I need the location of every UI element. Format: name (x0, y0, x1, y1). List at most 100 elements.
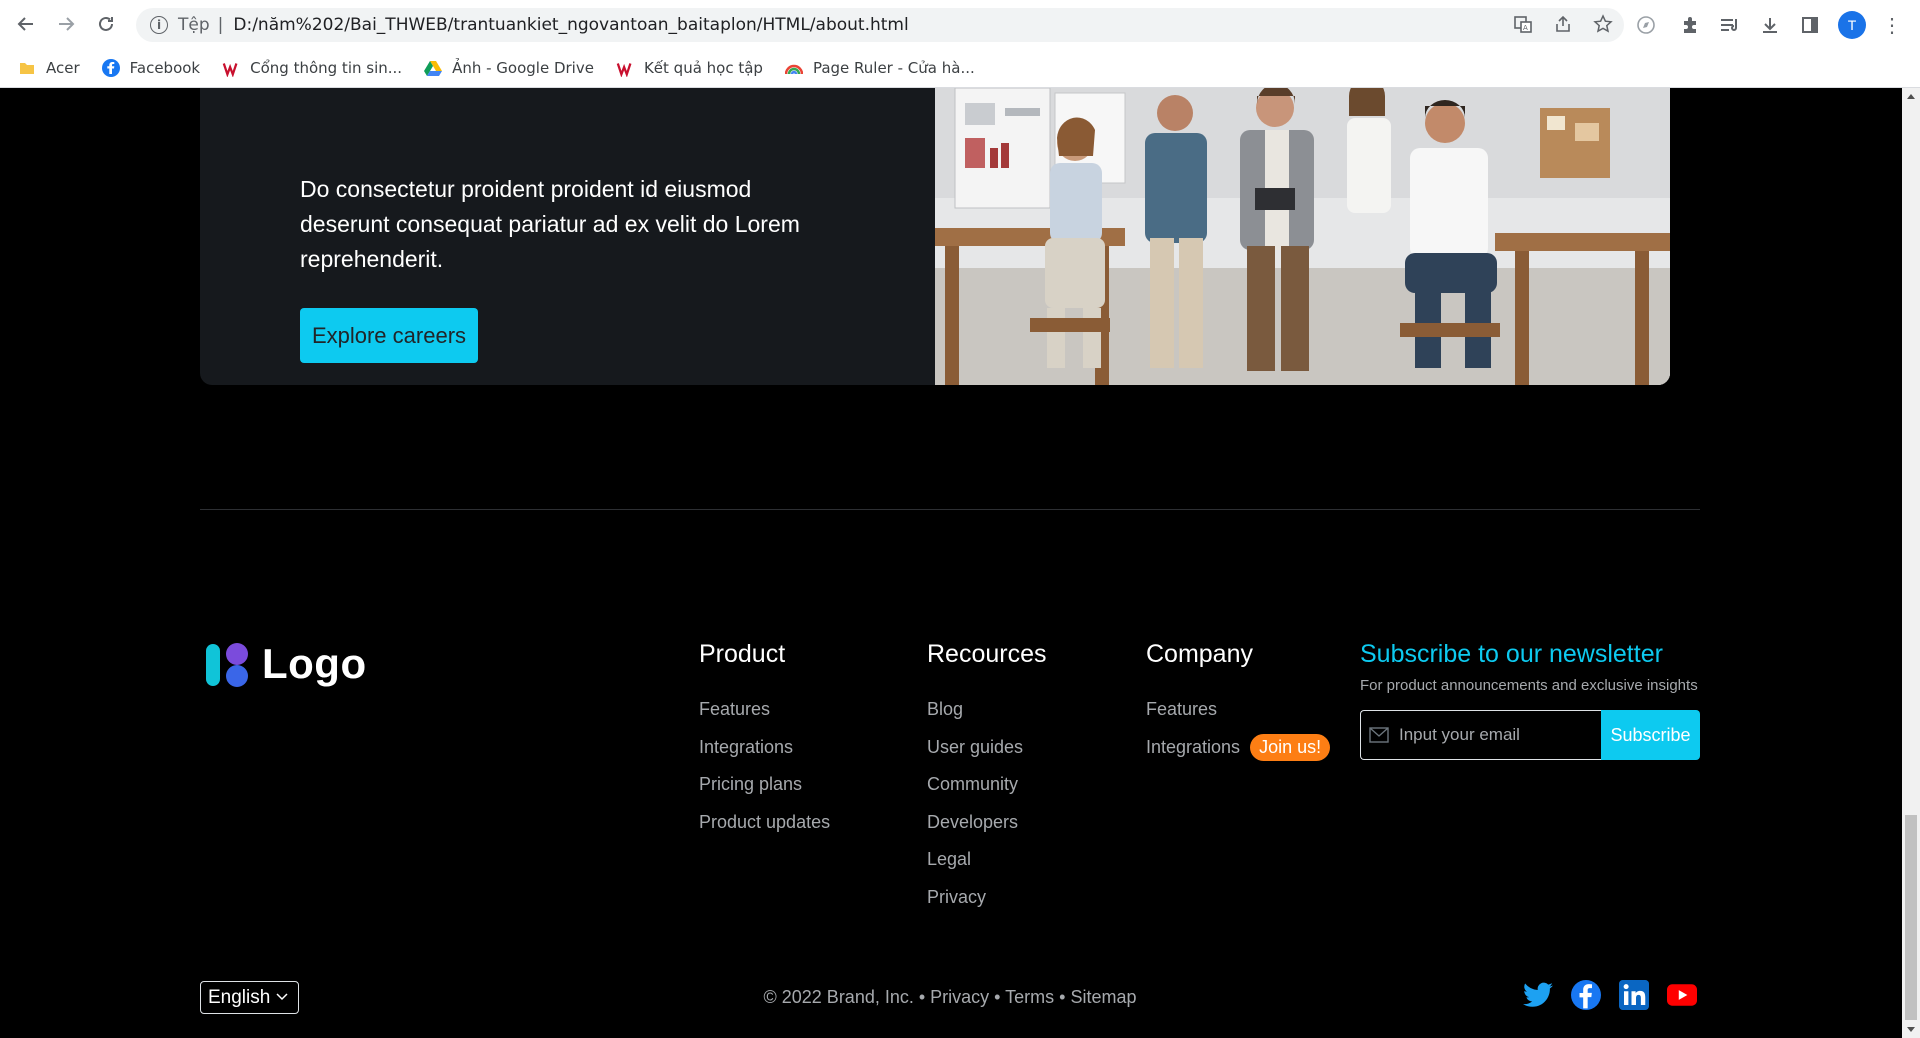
subscribe-button[interactable]: Subscribe (1601, 710, 1700, 760)
careers-card: Do consectetur proident proident id eius… (200, 88, 1670, 385)
star-icon[interactable] (1592, 13, 1614, 35)
reload-button[interactable] (86, 4, 126, 44)
back-button[interactable] (6, 4, 46, 44)
footer-link[interactable]: Pricing plans (699, 766, 830, 804)
reload-icon (99, 16, 113, 31)
link-pricing-plans[interactable]: Pricing plans (699, 774, 802, 795)
brand-logo[interactable]: Logo (204, 640, 367, 688)
section-divider (200, 509, 1700, 510)
newsletter-subtitle: For product announcements and exclusive … (1360, 677, 1698, 694)
scroll-down-arrow-icon[interactable] (1907, 1027, 1915, 1032)
bookmark-acer[interactable]: Acer (18, 59, 80, 77)
bookmark-facebook[interactable]: Facebook (101, 59, 201, 77)
side-panel-icon[interactable] (1798, 8, 1822, 42)
share-icon[interactable] (1552, 13, 1574, 35)
linkedin-icon[interactable] (1619, 980, 1649, 1010)
bookmark-label: Kết quả học tập (643, 59, 763, 77)
email-input[interactable]: Input your email (1360, 710, 1601, 760)
separator: | (217, 15, 224, 35)
bookmark-label: Page Ruler - Cửa hà... (812, 59, 975, 77)
rainbow-icon (784, 59, 803, 77)
link-integrations[interactable]: Integrations (1146, 737, 1240, 758)
newsletter: Subscribe to our newsletter For product … (1360, 640, 1700, 760)
bookmark-ket-qua-hoc-tap[interactable]: Kết quả học tập (616, 59, 763, 77)
url-text: D:/năm%202/Bai_THWEB/trantuankiet_ngovan… (233, 15, 909, 35)
link-privacy[interactable]: Privacy (927, 887, 986, 908)
profile-avatar[interactable]: T (1838, 11, 1866, 39)
info-icon[interactable]: i (150, 16, 168, 34)
logo-text: Logo (262, 640, 367, 687)
newsletter-form: Input your email Subscribe (1360, 710, 1700, 760)
footer-link[interactable]: Features (699, 691, 830, 729)
scroll-thumb[interactable] (1905, 815, 1917, 1020)
google-drive-icon (424, 59, 443, 77)
arrow-right-icon (59, 17, 75, 31)
bookmarks-bar: Acer Facebook Cổng thông tin sin... Ảnh … (0, 49, 1920, 88)
footer-link[interactable]: Blog (927, 691, 1047, 729)
reading-list-icon[interactable] (1718, 8, 1742, 42)
language-select[interactable]: English (200, 981, 299, 1014)
facebook-icon (101, 59, 120, 77)
compass-icon[interactable] (1634, 8, 1658, 42)
link-developers[interactable]: Developers (927, 812, 1018, 833)
menu-icon[interactable]: ⋮ (1882, 13, 1902, 38)
copyright-text: © 2022 Brand, Inc. • Privacy • Terms • S… (763, 987, 1137, 1007)
scheme-label: Tệp (178, 15, 210, 35)
vnu-icon (616, 59, 634, 77)
browser-toolbar: i Tệp | D:/năm%202/Bai_THWEB/trantuankie… (0, 0, 1920, 49)
footer-link[interactable]: Integrations (699, 729, 830, 767)
bookmark-page-ruler[interactable]: Page Ruler - Cửa hà... (784, 59, 975, 77)
vnu-icon (222, 59, 240, 77)
bookmark-google-drive[interactable]: Ảnh - Google Drive (424, 59, 594, 77)
careers-text: Do consectetur proident proident id eius… (300, 176, 800, 272)
bookmark-label: Ảnh - Google Drive (452, 59, 594, 77)
social-links (1523, 980, 1697, 1010)
footer-column-resources: Recources Blog User guides Community Dev… (927, 640, 1047, 916)
bookmark-cong-thong-tin[interactable]: Cổng thông tin sin... (222, 59, 402, 77)
language-value: English (208, 986, 271, 1008)
footer-link[interactable]: Developers (927, 804, 1047, 842)
translate-icon[interactable]: A (1512, 13, 1534, 35)
forward-button[interactable] (46, 4, 86, 44)
folder-icon (18, 59, 36, 77)
column-title: Company (1146, 640, 1253, 668)
page-scrollbar[interactable] (1902, 88, 1920, 1038)
footer-link[interactable]: User guides (927, 729, 1047, 767)
link-legal[interactable]: Legal (927, 849, 971, 870)
scroll-up-arrow-icon[interactable] (1907, 94, 1915, 99)
footer-link[interactable]: Integrations Join us! (1146, 729, 1331, 767)
link-features[interactable]: Features (1146, 699, 1217, 720)
extension-toolbar: T ⋮ (1634, 8, 1902, 42)
download-icon[interactable] (1758, 8, 1782, 42)
footer-link[interactable]: Features (1146, 691, 1330, 729)
team-photo-illustration (935, 88, 1670, 385)
email-placeholder: Input your email (1399, 725, 1520, 744)
svg-text:A: A (1523, 24, 1528, 32)
link-integrations[interactable]: Integrations (699, 737, 793, 758)
team-photo (935, 88, 1670, 385)
explore-careers-button[interactable]: Explore careers (300, 308, 478, 363)
twitter-icon[interactable] (1523, 980, 1553, 1010)
footer-link[interactable]: Legal (927, 841, 1047, 879)
column-title: Product (699, 640, 786, 668)
extensions-icon[interactable] (1678, 8, 1702, 42)
link-product-updates[interactable]: Product updates (699, 812, 830, 833)
column-title: Recources (927, 640, 1047, 668)
bookmark-label: Cổng thông tin sin... (250, 59, 403, 77)
join-us-badge[interactable]: Join us! (1250, 733, 1331, 761)
footer-column-product: Product Features Integrations Pricing pl… (699, 640, 830, 841)
footer-link[interactable]: Privacy (927, 879, 1047, 917)
footer-link[interactable]: Community (927, 766, 1047, 804)
link-community[interactable]: Community (927, 774, 1018, 795)
footer-link[interactable]: Product updates (699, 804, 830, 842)
address-bar[interactable]: i Tệp | D:/năm%202/Bai_THWEB/trantuankie… (136, 8, 1624, 42)
page-content: Do consectetur proident proident id eius… (0, 88, 1902, 1038)
link-blog[interactable]: Blog (927, 699, 963, 720)
youtube-icon[interactable] (1667, 980, 1697, 1010)
link-features[interactable]: Features (699, 699, 770, 720)
facebook-icon[interactable] (1571, 980, 1601, 1010)
bookmark-label: Facebook (129, 59, 201, 77)
omnibox-actions: A (1512, 13, 1614, 35)
link-user-guides[interactable]: User guides (927, 737, 1023, 758)
logo-mark-icon (204, 640, 252, 688)
